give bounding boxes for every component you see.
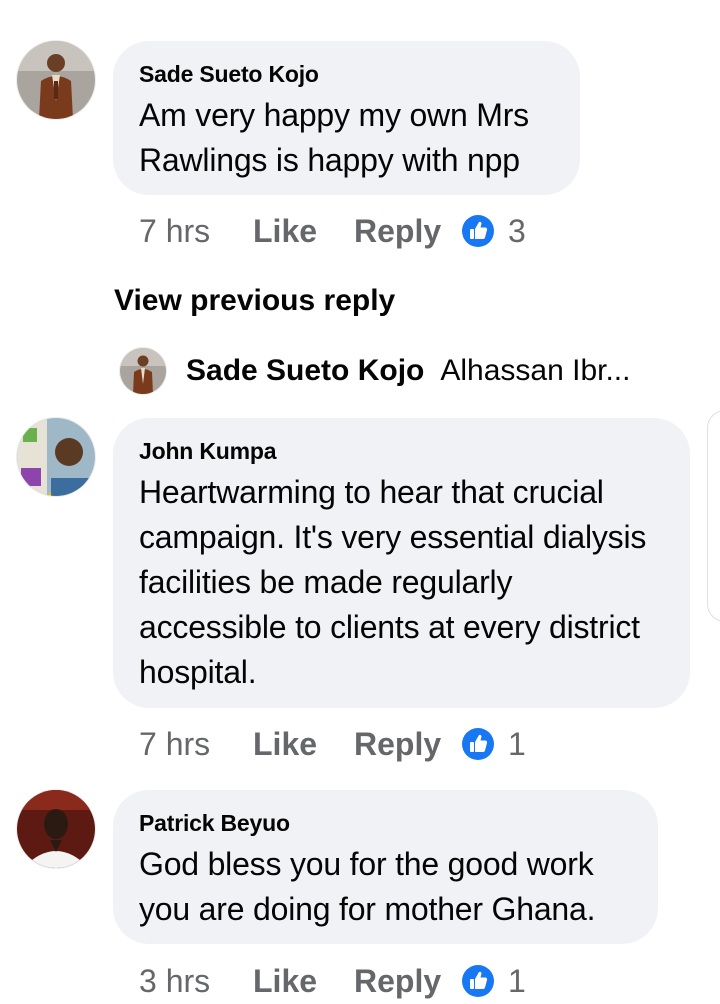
reaction-count[interactable]: 1 [508, 963, 526, 1000]
like-thumb-icon[interactable] [462, 965, 494, 997]
reaction-count[interactable]: 1 [508, 726, 526, 763]
reply-preview[interactable]: Sade Sueto Kojo Alhassan Ibr... [120, 347, 630, 395]
comment-author[interactable]: Sade Sueto Kojo [139, 59, 554, 89]
comment-text: Am very happy my own Mrs Rawlings is hap… [139, 97, 529, 178]
view-previous-reply-link[interactable]: View previous reply [114, 281, 395, 321]
avatar-image [17, 41, 95, 119]
avatar-image [17, 418, 95, 496]
like-button[interactable]: Like [253, 963, 354, 1000]
comment-bubble[interactable]: Patrick Beyuo God bless you for the good… [113, 790, 658, 944]
side-panel-edge [707, 410, 720, 622]
avatar [120, 348, 166, 394]
comment-text: God bless you for the good work you are … [139, 846, 596, 927]
reply-snippet: Alhassan Ibr... [440, 354, 631, 387]
comment-actions: 7 hrs Like Reply 3 [139, 211, 526, 251]
comment-author[interactable]: John Kumpa [139, 436, 664, 466]
avatar[interactable] [17, 790, 95, 868]
comment-author[interactable]: Patrick Beyuo [139, 808, 632, 838]
avatar-image [120, 348, 166, 394]
comment-actions: 3 hrs Like Reply 1 [139, 961, 526, 1001]
reply-button[interactable]: Reply [354, 726, 462, 763]
comment-time[interactable]: 7 hrs [139, 213, 253, 250]
avatar[interactable] [17, 41, 95, 119]
reply-author[interactable]: Sade Sueto Kojo [186, 354, 424, 388]
comment-time[interactable]: 7 hrs [139, 726, 253, 763]
comment-text: Heartwarming to hear that crucial campai… [139, 474, 647, 690]
reply-button[interactable]: Reply [354, 213, 462, 250]
like-button[interactable]: Like [253, 213, 354, 250]
reaction-count[interactable]: 3 [508, 213, 526, 250]
like-thumb-icon[interactable] [462, 215, 494, 247]
avatar-image [17, 790, 95, 868]
like-button[interactable]: Like [253, 726, 354, 763]
comment-bubble[interactable]: Sade Sueto Kojo Am very happy my own Mrs… [113, 41, 580, 195]
comment-bubble[interactable]: John Kumpa Heartwarming to hear that cru… [113, 418, 690, 708]
reply-button[interactable]: Reply [354, 963, 462, 1000]
avatar[interactable] [17, 418, 95, 496]
comment-time[interactable]: 3 hrs [139, 963, 253, 1000]
comment-actions: 7 hrs Like Reply 1 [139, 724, 526, 764]
like-thumb-icon[interactable] [462, 728, 494, 760]
